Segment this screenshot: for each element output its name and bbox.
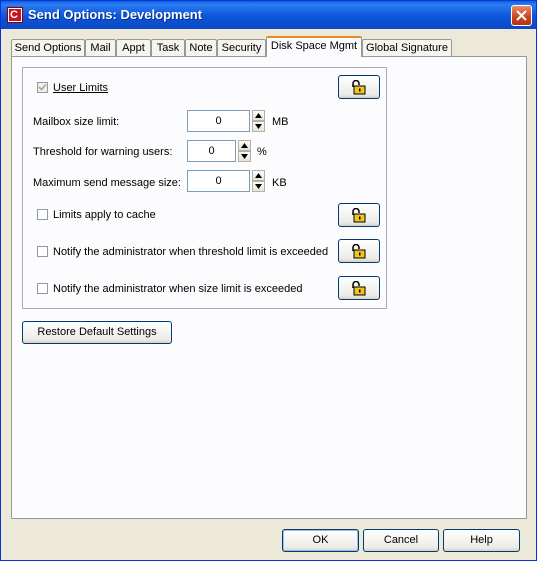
tab-label: Global Signature <box>366 42 448 54</box>
tab-send-options[interactable]: Send Options <box>11 39 85 56</box>
spin-up-icon <box>241 143 248 148</box>
checkmark-icon <box>38 83 47 91</box>
spin-down-icon <box>255 184 262 189</box>
threshold-input[interactable]: 0 <box>187 140 236 162</box>
threshold-unit: % <box>257 146 267 158</box>
restore-defaults-button[interactable]: Restore Default Settings <box>22 321 172 344</box>
tab-label: Note <box>189 42 213 54</box>
max-send-spinner[interactable] <box>252 170 265 192</box>
tab-label: Appt <box>122 42 145 54</box>
limits-cache-checkbox[interactable] <box>37 209 48 220</box>
tab-label: Security <box>221 42 262 54</box>
notify-size-label: Notify the administrator when size limit… <box>53 283 303 295</box>
window-title: Send Options: Development <box>28 7 203 22</box>
tab-appt[interactable]: Appt <box>116 39 151 56</box>
threshold-spinner[interactable] <box>238 140 251 162</box>
notify-threshold-lock-button[interactable] <box>338 239 380 263</box>
spin-up-button[interactable] <box>238 140 251 151</box>
spin-down-button[interactable] <box>252 181 265 192</box>
tab-label: Mail <box>90 42 111 54</box>
spin-up-button[interactable] <box>252 170 265 181</box>
title-bar[interactable]: C Send Options: Development <box>1 1 536 29</box>
cancel-button[interactable]: Cancel <box>363 529 439 552</box>
max-send-unit: KB <box>272 177 287 189</box>
notify-threshold-checkbox[interactable] <box>37 246 48 257</box>
ok-button[interactable]: OK <box>282 529 359 552</box>
mailbox-size-spinner[interactable] <box>252 110 265 132</box>
tab-note[interactable]: Note <box>185 39 217 56</box>
user-limits-label: User Limits <box>53 82 109 94</box>
tab-security[interactable]: Security <box>217 39 266 56</box>
lock-icon <box>352 281 366 296</box>
spin-down-button[interactable] <box>238 151 251 162</box>
threshold-label: Threshold for warning users: <box>33 146 173 158</box>
spin-down-icon <box>241 154 248 159</box>
tab-label: Disk Space Mgmt <box>270 40 358 52</box>
notify-size-lock-button[interactable] <box>338 276 380 300</box>
close-button[interactable] <box>511 5 532 26</box>
lock-icon <box>352 208 366 223</box>
tab-global-signature[interactable]: Global Signature <box>362 39 452 56</box>
limits-cache-label: Limits apply to cache <box>53 209 156 221</box>
app-icon: C <box>7 7 23 23</box>
close-icon <box>516 10 527 21</box>
tab-task[interactable]: Task <box>151 39 185 56</box>
spin-down-button[interactable] <box>252 121 265 132</box>
spin-up-icon <box>255 173 262 178</box>
user-limits-checkbox[interactable] <box>37 82 48 93</box>
spin-down-icon <box>255 124 262 129</box>
lock-icon <box>352 244 366 259</box>
mailbox-size-label: Mailbox size limit: <box>33 116 120 128</box>
tab-label: Task <box>156 42 180 54</box>
help-button[interactable]: Help <box>443 529 520 552</box>
max-send-label: Maximum send message size: <box>33 177 181 189</box>
spin-up-button[interactable] <box>252 110 265 121</box>
notify-threshold-label: Notify the administrator when threshold … <box>53 246 329 258</box>
spin-up-icon <box>255 113 262 118</box>
mailbox-size-unit: MB <box>272 116 289 128</box>
user-limits-lock-button[interactable] <box>338 75 380 99</box>
tab-disk-space-mgmt[interactable]: Disk Space Mgmt <box>266 36 362 57</box>
tab-label: Send Options <box>14 42 82 54</box>
dialog-window: C Send Options: Development Send Options… <box>0 0 537 561</box>
mailbox-size-input[interactable]: 0 <box>187 110 250 132</box>
notify-size-checkbox[interactable] <box>37 283 48 294</box>
lock-icon <box>352 80 366 95</box>
max-send-input[interactable]: 0 <box>187 170 250 192</box>
tab-mail[interactable]: Mail <box>85 39 116 56</box>
limits-cache-lock-button[interactable] <box>338 203 380 227</box>
